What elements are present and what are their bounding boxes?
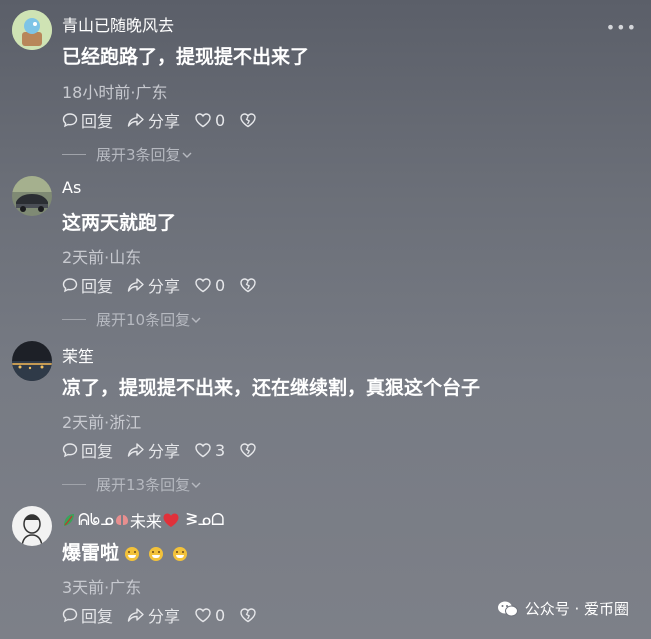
- leaf-emoji-icon: [64, 514, 74, 526]
- reply-icon: [62, 278, 78, 293]
- chevron-down-icon: [191, 317, 201, 323]
- reply-label: 回复: [81, 607, 114, 626]
- grin-emoji-icon: [125, 546, 140, 561]
- avatar[interactable]: [12, 10, 52, 50]
- like-count: 0: [215, 275, 226, 295]
- reply-button[interactable]: 回复: [62, 603, 113, 627]
- divider-line: [62, 319, 86, 320]
- comment-meta: 2天前·浙江: [62, 413, 142, 432]
- action-bar: 回复 分享 3: [62, 439, 274, 461]
- divider-line: [62, 154, 86, 155]
- chevron-down-icon: [191, 482, 201, 488]
- share-label: 分享: [148, 112, 181, 131]
- red-heart-icon: [163, 513, 179, 527]
- share-button[interactable]: 分享: [127, 603, 180, 627]
- reply-button[interactable]: 回复: [62, 108, 113, 132]
- share-icon: [127, 113, 144, 127]
- like-button[interactable]: 3: [194, 441, 225, 460]
- watermark-text: 公众号 · 爱币圈: [524, 600, 629, 618]
- like-button[interactable]: 0: [194, 111, 225, 130]
- share-button[interactable]: 分享: [127, 108, 180, 132]
- share-button[interactable]: 分享: [127, 273, 180, 297]
- broken-heart-icon: [240, 443, 256, 458]
- avatar-image: [12, 10, 52, 50]
- avatar[interactable]: [12, 176, 52, 216]
- grin-emoji-icon: [149, 546, 164, 561]
- action-bar: 回复 分享 0: [62, 109, 274, 131]
- action-bar: 回复 分享 0: [62, 604, 274, 626]
- comment-meta: 18小时前·广东: [62, 83, 168, 102]
- like-button[interactable]: 0: [194, 606, 225, 625]
- heart-icon: [195, 443, 211, 458]
- reply-label: 回复: [81, 277, 114, 296]
- heart-icon: [195, 278, 211, 293]
- reply-icon: [62, 113, 78, 128]
- share-icon: [127, 278, 144, 292]
- dislike-button[interactable]: [239, 442, 260, 458]
- username-prefix: ᕱᖚᓄ: [78, 510, 114, 529]
- comment-text: 这两天就跑了: [62, 212, 177, 234]
- expand-replies[interactable]: 展开3条回复: [62, 144, 193, 165]
- action-bar: 回复 分享 0: [62, 274, 274, 296]
- like-count: 0: [215, 605, 226, 625]
- comment-text: 爆雷啦: [62, 538, 188, 565]
- username[interactable]: 茉笙: [62, 343, 94, 367]
- reply-icon: [62, 443, 78, 458]
- avatar[interactable]: [12, 341, 52, 381]
- comment-text: 已经跑路了，提现提不出来了: [62, 46, 310, 68]
- lungs-emoji-icon: [115, 515, 128, 525]
- expand-label: 展开10条回复: [96, 311, 191, 329]
- comment-text: 凉了，提现提不出来，还在继续割，真狠这个台子: [62, 377, 481, 399]
- expand-label: 展开13条回复: [96, 476, 191, 494]
- heart-icon: [195, 113, 211, 128]
- share-label: 分享: [148, 607, 181, 626]
- broken-heart-icon: [240, 278, 256, 293]
- share-button[interactable]: 分享: [127, 438, 180, 462]
- avatar[interactable]: [12, 506, 52, 546]
- more-options[interactable]: •••: [606, 18, 637, 37]
- heart-icon: [195, 608, 211, 623]
- broken-heart-icon: [240, 608, 256, 623]
- avatar-image: [12, 506, 52, 546]
- username[interactable]: As: [62, 178, 81, 197]
- reply-label: 回复: [81, 442, 114, 461]
- share-label: 分享: [148, 277, 181, 296]
- comment-meta: 3天前·广东: [62, 578, 142, 597]
- avatar-image: [12, 176, 52, 216]
- grin-emoji-icon: [173, 546, 188, 561]
- expand-label: 展开3条回复: [96, 146, 181, 164]
- broken-heart-icon: [240, 113, 256, 128]
- share-label: 分享: [148, 442, 181, 461]
- reply-label: 回复: [81, 112, 114, 131]
- expand-replies[interactable]: 展开13条回复: [62, 474, 202, 495]
- comment-text-body: 爆雷啦: [62, 542, 120, 564]
- comment-meta: 2天前·山东: [62, 248, 142, 267]
- dislike-button[interactable]: [239, 607, 260, 623]
- share-icon: [127, 443, 144, 457]
- reply-icon: [62, 608, 78, 623]
- watermark: 公众号 · 爱币圈: [497, 598, 629, 619]
- username[interactable]: 青山已随晚风去: [62, 12, 174, 36]
- like-count: 3: [215, 440, 226, 460]
- divider-line: [62, 484, 86, 485]
- dislike-button[interactable]: [239, 277, 260, 293]
- username-middle: 未来: [129, 512, 162, 531]
- dislike-button[interactable]: [239, 112, 260, 128]
- like-count: 0: [215, 110, 226, 130]
- like-button[interactable]: 0: [194, 276, 225, 295]
- reply-button[interactable]: 回复: [62, 273, 113, 297]
- avatar-image: [12, 341, 52, 381]
- wechat-icon: [497, 601, 518, 616]
- reply-button[interactable]: 回复: [62, 438, 113, 462]
- username-suffix: ᕒᓄᗝ: [185, 510, 225, 529]
- share-icon: [127, 608, 144, 622]
- chevron-down-icon: [182, 152, 192, 158]
- username[interactable]: ᕱᖚᓄ 未来 ᕒᓄᗝ: [62, 508, 224, 532]
- expand-replies[interactable]: 展开10条回复: [62, 309, 202, 330]
